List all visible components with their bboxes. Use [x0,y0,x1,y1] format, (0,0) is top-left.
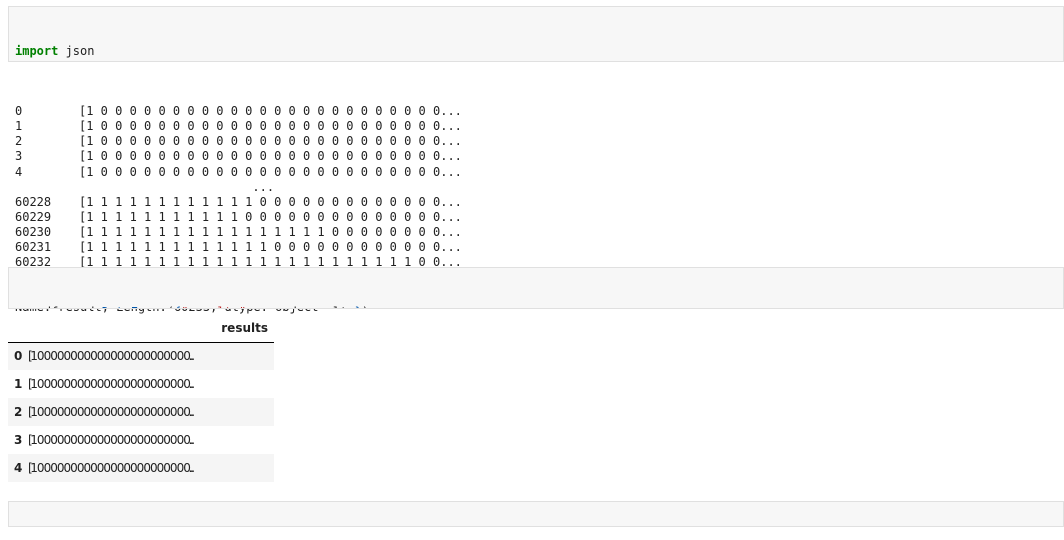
series-value: [1 0 0 0 0 0 0 0 0 0 0 0 0 0 0 0 0 0 0 0… [79,164,462,179]
code-token: "results" [181,305,246,308]
code-token: lambda [405,60,448,61]
code-token: ( [738,60,745,61]
series-index: 60229 [15,209,52,224]
code-token: import [15,44,59,58]
table-row: 2 [1 0 0 0 0 0 0 0 0 0 0 0 0 0 0 0 0 0 0 … [8,398,274,426]
series-row: 60228 [1 1 1 1 1 1 1 1 1 1 1 1 0 0 0 0 0 … [15,195,462,210]
code-cell-1-lines: import jsonparsed_results = df["result"]… [15,43,1063,61]
series-index: 2 [15,134,23,149]
code-line: import json [15,43,1063,59]
dataframe-output: results 0 [1 0 0 0 0 0 0 0 0 0 0 0 0 0 0 … [8,314,274,482]
series-row: ... [15,180,462,195]
dataframe-table: results 0 [1 0 0 0 0 0 0 0 0 0 0 0 0 0 0 … [8,314,274,482]
column-header-results: results [26,314,274,343]
code-token: array [499,60,535,61]
code-token: ). [889,60,903,61]
code-token: DataFrame [102,305,167,308]
series-index: 60231 [15,240,52,255]
code-token: arr: (arr [788,60,867,61]
series-output-rows: 0 [1 0 0 0 0 0 0 0 0 0 0 0 0 0 0 0 0 0 0 … [15,104,462,270]
code-token: apply [232,60,268,61]
code-token: (str) [1041,60,1063,61]
series-index: 4 [15,164,23,179]
series-value: ... [79,179,275,194]
table-row: 4 [1 0 0 0 0 0 0 0 0 0 0 0 0 0 0 0 0 0 0 … [8,454,274,482]
series-index: 0 [15,104,23,119]
series-row: 3 [1 0 0 0 0 0 0 0 0 0 0 0 0 0 0 0 0 0 0 … [15,149,462,164]
series-row: 4 [1 0 0 0 0 0 0 0 0 0 0 0 0 0 0 0 0 0 0 … [15,165,462,180]
code-token: new_df = pd. [15,305,102,308]
series-value: [1 1 1 1 1 1 1 1 1 1 1 1 1 1 1 1 1 0 0 0… [79,224,462,239]
series-row: 1 [1 0 0 0 0 0 0 0 0 0 0 0 0 0 0 0 0 0 0 … [15,119,462,134]
dataframe-body: 0 [1 0 0 0 0 0 0 0 0 0 0 0 0 0 0 0 0 0 0 … [8,342,274,482]
code-token: )). [680,60,702,61]
code-token: (int)). [947,60,998,61]
code-token: "result" [160,60,218,61]
series-index: 60228 [15,194,52,209]
series-index: 3 [15,149,23,164]
code-token: (json. [268,60,311,61]
series-row: 2 [1 0 0 0 0 0 0 0 0 0 0 0 0 0 0 0 0 0 0 … [15,134,462,149]
row-index: 1 [14,377,23,391]
code-token: ). [347,60,361,61]
code-cell-2-lines: new_df = pd.DataFrame({"results":parsed_… [15,304,1063,308]
code-token: apply [701,60,737,61]
code-token: float32 [629,60,680,61]
series-value: [1 0 0 0 0 0 0 0 0 0 0 0 0 0 0 0 0 0 0 0… [79,119,462,134]
table-row: 3 [1 0 0 0 0 0 0 0 0 0 0 0 0 0 0 0 0 0 0 … [8,426,274,454]
series-value: [1 0 0 0 0 0 0 0 0 0 0 0 0 0 0 0 0 0 0 0… [79,149,462,164]
index-header [8,314,26,343]
series-value: [1 1 1 1 1 1 1 1 1 1 1 1 1 0 0 0 0 0 0 0… [79,240,462,255]
code-token: (x, dtype=np. [535,60,629,61]
code-token: ( [167,305,174,308]
code-cell-2[interactable]: new_df = pd.DataFrame({"results":parsed_… [8,267,1064,309]
code-token: astype [904,60,947,61]
code-line: new_df = pd.DataFrame({"results":parsed_… [15,304,1063,308]
code-cell-1[interactable]: import jsonparsed_results = df["result"]… [8,6,1064,62]
code-token: ]. [217,60,231,61]
results-cell: [1 0 0 0 0 0 0 0 0 0 0 0 0 0 0 0 0 0 0 0… [28,377,195,391]
code-token: > [868,60,875,61]
series-row: 60229 [1 1 1 1 1 1 1 1 1 1 1 0 0 0 0 0 0 … [15,210,462,225]
series-index: 1 [15,119,23,134]
row-index: 0 [14,349,23,364]
series-row: 0 [1 0 0 0 0 0 0 0 0 0 0 0 0 0 0 0 0 0 0 … [15,104,462,119]
code-token: loads [311,60,347,61]
row-index: 4 [14,461,23,475]
series-index: 60230 [15,224,52,239]
table-row: 1 [1 0 0 0 0 0 0 0 0 0 0 0 0 0 0 0 0 0 0 … [8,370,274,398]
code-token: x: np. [449,60,499,61]
code-token: lambda [745,60,788,61]
dataframe-header-row: results [8,314,274,343]
row-index: 3 [14,433,23,447]
code-line: parsed_results = df["result"].apply(json… [15,59,1063,61]
code-cell-3[interactable]: assert len(new_df.results.unique()) == 2… [8,501,1064,527]
series-value: [1 0 0 0 0 0 0 0 0 0 0 0 0 0 0 0 0 0 0 0… [79,104,462,119]
series-value: [1 0 0 0 0 0 0 0 0 0 0 0 0 0 0 0 0 0 0 0… [79,134,462,149]
results-cell: [1 0 0 0 0 0 0 0 0 0 0 0 0 0 0 0 0 0 0 0… [28,405,195,419]
code-token: parsed_results = df[ [15,60,160,61]
code-token: ) [362,305,369,308]
code-token: } [355,305,362,308]
series-row: 60230 [1 1 1 1 1 1 1 1 1 1 1 1 1 1 1 1 1 … [15,225,462,240]
row-index: 2 [14,405,23,419]
code-token: astype [998,60,1041,61]
results-cell: [1 0 0 0 0 0 0 0 0 0 0 0 0 0 0 0 0 0 0 0… [28,349,195,364]
code-token: apply [362,60,398,61]
code-token: :parsed_results [246,305,354,308]
series-value: [1 1 1 1 1 1 1 1 1 1 1 1 0 0 0 0 0 0 0 0… [79,194,462,209]
results-cell: [1 0 0 0 0 0 0 0 0 0 0 0 0 0 0 0 0 0 0 0… [28,433,195,447]
results-cell: [1 0 0 0 0 0 0 0 0 0 0 0 0 0 0 0 0 0 0 0… [28,461,195,475]
series-value: [1 1 1 1 1 1 1 1 1 1 1 0 0 0 0 0 0 0 0 0… [79,209,462,224]
code-token: json [58,44,95,58]
series-row: 60231 [1 1 1 1 1 1 1 1 1 1 1 1 1 0 0 0 0 … [15,240,462,255]
table-row: 0 [1 0 0 0 0 0 0 0 0 0 0 0 0 0 0 0 0 0 0 … [8,342,274,370]
